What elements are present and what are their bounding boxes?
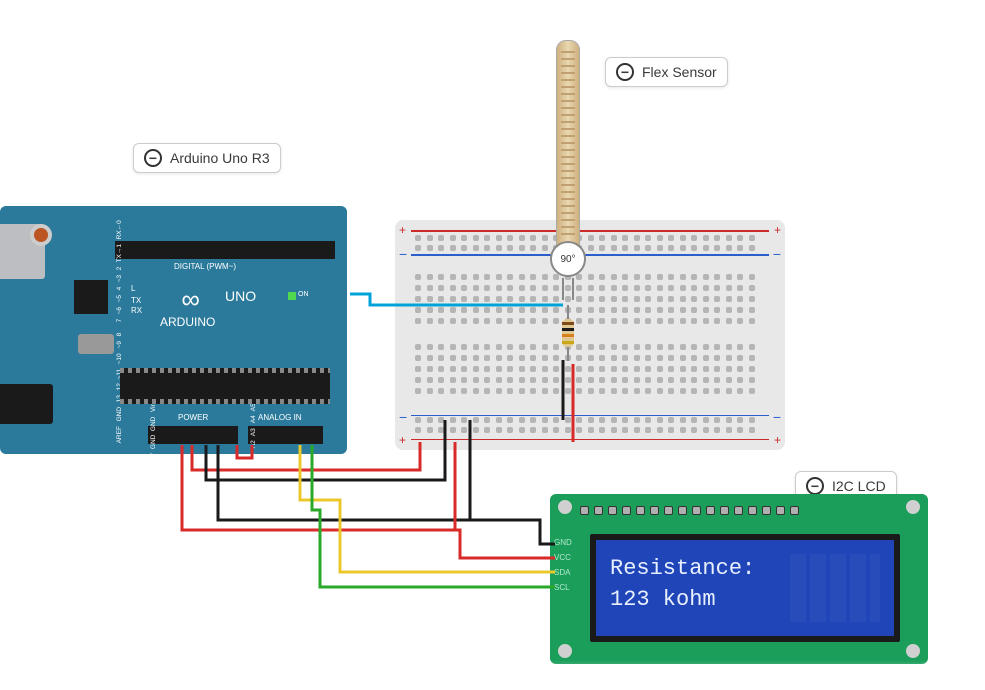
- resistor-band-2: [562, 328, 574, 331]
- wire-lcd-sda: [300, 445, 555, 572]
- resistor-band-1: [562, 322, 574, 325]
- breadboard-top-pos-rail: [411, 230, 769, 232]
- lcd-header-pins: [580, 506, 799, 515]
- arduino-analog-label: ANALOG IN: [258, 413, 302, 422]
- resistor-band-4: [562, 341, 574, 344]
- arduino-power-jack: [0, 384, 53, 424]
- arduino-model: UNO: [225, 288, 256, 304]
- lcd-screen: Resistance: 123 kohm: [590, 534, 900, 642]
- rail-plus-icon: +: [774, 433, 781, 447]
- arduino-uno-board[interactable]: ∞ ARDUINO UNO ON DIGITAL (PWM~) L TX RX …: [0, 206, 347, 454]
- arduino-analog-pins: A0A1A2A3A4A5: [250, 403, 257, 473]
- lcd-screw: [558, 644, 572, 658]
- wire-lcd-vcc: [182, 445, 555, 558]
- lcd-screw: [558, 500, 572, 514]
- flex-sensor-angle-value: 90°: [560, 254, 575, 265]
- lcd-screw: [906, 644, 920, 658]
- arduino-on-led: [288, 292, 296, 300]
- arduino-digital-label: DIGITAL (PWM~): [174, 262, 236, 271]
- lcd-i2c-pin-labels: GND VCC SDA SCL: [554, 538, 572, 598]
- arduino-ic: [74, 280, 108, 314]
- lcd-module[interactable]: GND VCC SDA SCL Resistance: 123 kohm: [550, 494, 928, 664]
- rail-minus-icon: −: [773, 246, 781, 262]
- rail-minus-icon: −: [773, 409, 781, 425]
- arduino-l-label: L: [131, 284, 135, 293]
- breadboard-bot-pos-rail: [411, 439, 769, 441]
- collapse-icon[interactable]: −: [144, 149, 162, 167]
- arduino-header-digital[interactable]: [115, 241, 335, 259]
- arduino-logo: ∞ ARDUINO: [160, 284, 215, 329]
- arduino-power-label: POWER: [178, 413, 208, 422]
- breadboard[interactable]: + − + − − + − +: [395, 220, 785, 450]
- arduino-reset-button[interactable]: [30, 224, 52, 246]
- arduino-crystal: [78, 334, 114, 354]
- collapse-icon[interactable]: −: [806, 477, 824, 495]
- collapse-icon[interactable]: −: [616, 63, 634, 81]
- lcd-screw: [906, 500, 920, 514]
- rail-plus-icon: +: [399, 433, 406, 447]
- arduino-label-bubble[interactable]: − Arduino Uno R3: [133, 143, 281, 173]
- flex-sensor-label-bubble[interactable]: − Flex Sensor: [605, 57, 728, 87]
- wire-lcd-scl: [312, 445, 555, 587]
- wire-lcd-gnd: [218, 445, 555, 544]
- lcd-label-text: I2C LCD: [832, 478, 886, 494]
- breadboard-bot-neg-rail: [411, 415, 769, 417]
- arduino-atmega-chip: [120, 372, 330, 400]
- flex-sensor-label-text: Flex Sensor: [642, 64, 717, 80]
- rail-minus-icon: −: [399, 246, 407, 262]
- rail-plus-icon: +: [774, 223, 781, 237]
- arduino-header-analog[interactable]: [248, 426, 323, 444]
- arduino-top-pins: AREFGND1312~11~10~98 7~6~54~32TX→1RX←0: [116, 220, 123, 443]
- arduino-rx-label: RX: [131, 306, 142, 315]
- arduino-label-text: Arduino Uno R3: [170, 150, 270, 166]
- arduino-power-pins: IOREFRESET3.3V5VGNDGNDVin: [150, 403, 157, 528]
- resistor-component[interactable]: [562, 313, 574, 353]
- rail-minus-icon: −: [399, 409, 407, 425]
- flex-sensor-angle-knob[interactable]: 90°: [550, 241, 586, 277]
- arduino-header-power[interactable]: [148, 426, 238, 444]
- flex-sensor-pattern: [561, 46, 575, 235]
- resistor-band-3: [562, 334, 574, 337]
- canvas-edge: [0, 660, 985, 690]
- arduino-on-text: ON: [298, 291, 309, 298]
- flex-sensor-component[interactable]: [556, 40, 580, 266]
- rail-plus-icon: +: [399, 223, 406, 237]
- arduino-tx-label: TX: [131, 296, 141, 305]
